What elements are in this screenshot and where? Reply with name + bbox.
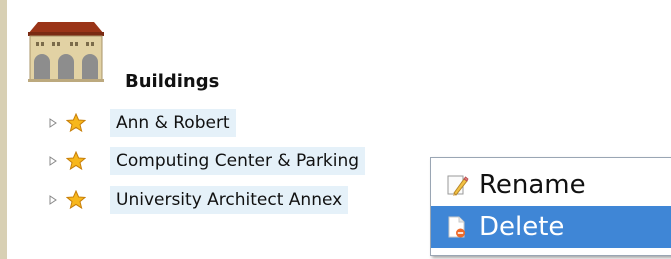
building-icon bbox=[28, 22, 104, 82]
expand-arrow-icon[interactable] bbox=[46, 154, 60, 168]
tree-node-label[interactable]: University Architect Annex bbox=[110, 186, 349, 214]
tree-node[interactable]: Ann & Robert bbox=[46, 109, 236, 137]
star-icon bbox=[66, 113, 86, 133]
tree-node-label[interactable]: Computing Center & Parking bbox=[110, 147, 366, 175]
delete-document-icon bbox=[448, 216, 465, 238]
expand-arrow-icon[interactable] bbox=[46, 116, 60, 130]
pencil-icon bbox=[447, 175, 469, 196]
menu-item-label: Rename bbox=[479, 170, 586, 200]
star-icon bbox=[66, 151, 86, 171]
tree-node[interactable]: Computing Center & Parking bbox=[46, 147, 366, 175]
tree-node-label[interactable]: Ann & Robert bbox=[110, 109, 236, 137]
menu-item-delete[interactable]: Delete bbox=[431, 206, 671, 248]
star-icon bbox=[66, 190, 86, 210]
tree-node[interactable]: University Architect Annex bbox=[46, 186, 349, 214]
left-panel-border bbox=[0, 0, 7, 259]
menu-item-label: Delete bbox=[479, 212, 565, 242]
menu-item-rename[interactable]: Rename bbox=[431, 164, 671, 206]
tree-root-label: Buildings bbox=[125, 71, 220, 92]
expand-arrow-icon[interactable] bbox=[46, 193, 60, 207]
context-menu: Rename Delete bbox=[430, 157, 671, 256]
